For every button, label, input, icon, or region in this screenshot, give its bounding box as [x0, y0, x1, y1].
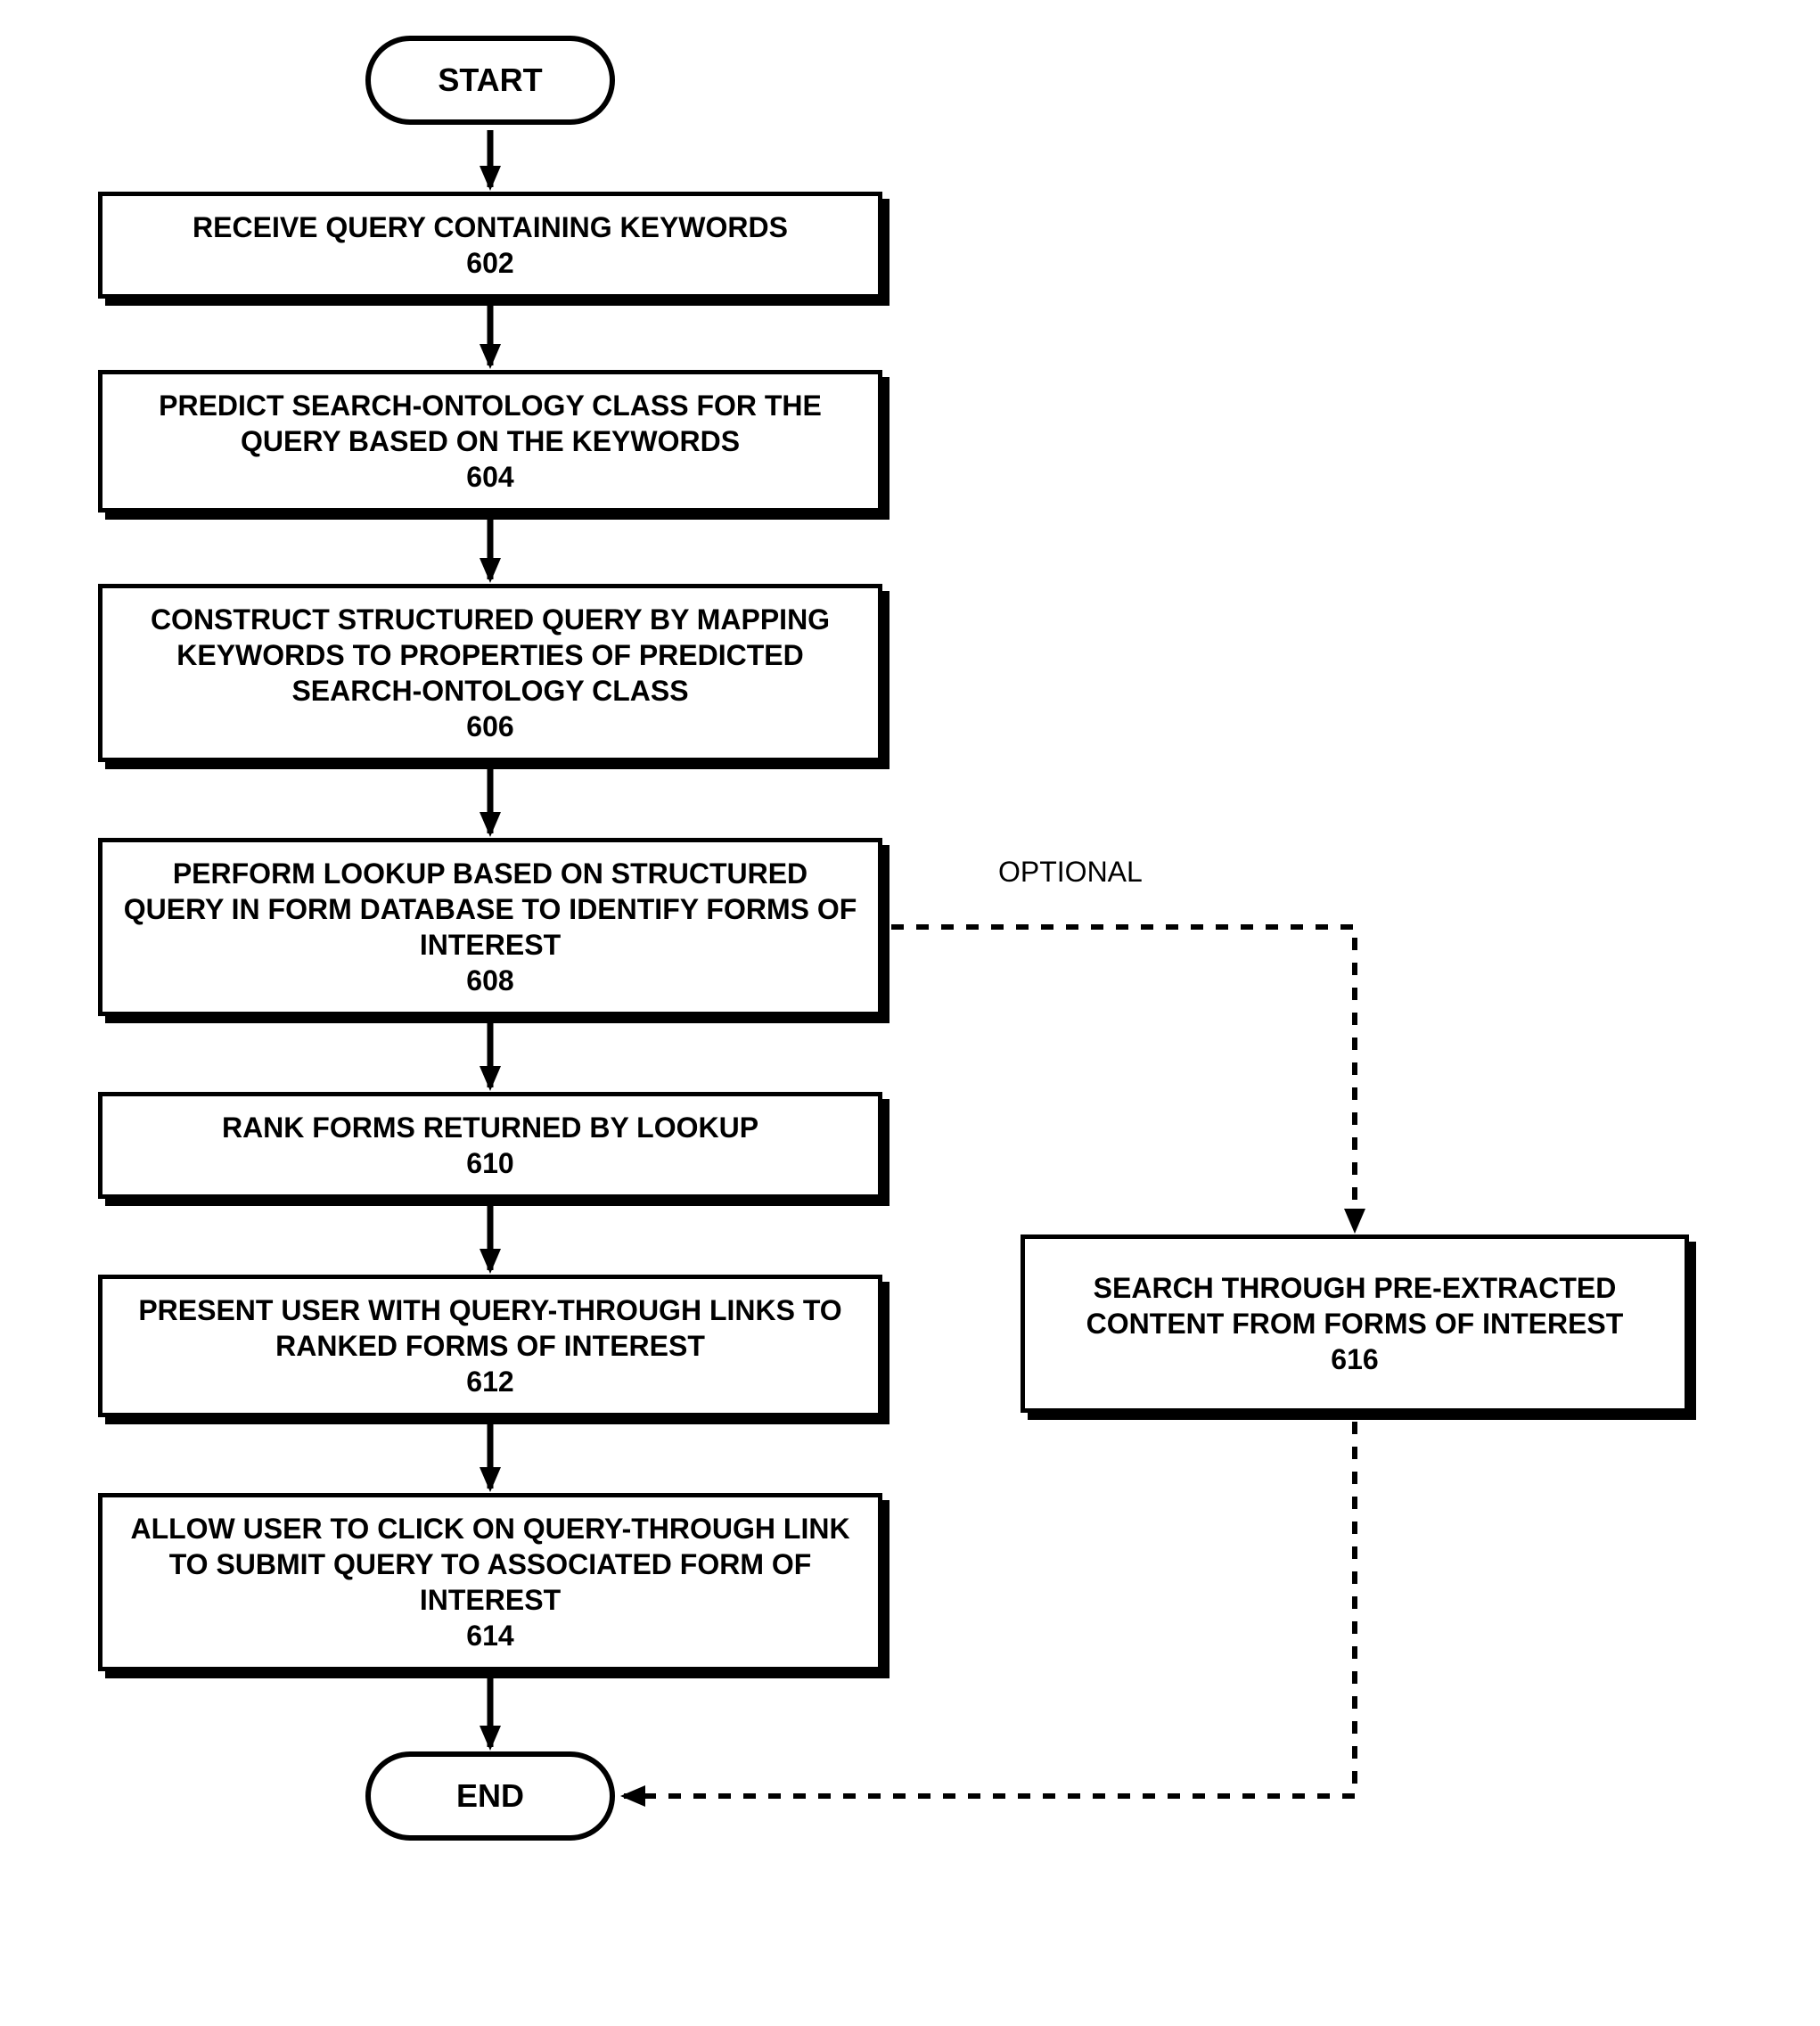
step-602: RECEIVE QUERY CONTAINING KEYWORDS 602 [98, 192, 882, 299]
optional-label: OPTIONAL [998, 856, 1143, 889]
terminal-end-label: END [456, 1777, 524, 1815]
step-610-num: 610 [466, 1145, 513, 1181]
step-602-num: 602 [466, 245, 513, 281]
step-606-num: 606 [466, 709, 513, 744]
step-614: ALLOW USER TO CLICK ON QUERY-THROUGH LIN… [98, 1493, 882, 1671]
step-614-text: ALLOW USER TO CLICK ON QUERY-THROUGH LIN… [120, 1511, 860, 1618]
step-606: CONSTRUCT STRUCTURED QUERY BY MAPPING KE… [98, 584, 882, 762]
step-616-num: 616 [1331, 1341, 1378, 1377]
step-608-text: PERFORM LOOKUP BASED ON STRUCTURED QUERY… [120, 856, 860, 963]
step-612-num: 612 [466, 1364, 513, 1399]
step-612: PRESENT USER WITH QUERY-THROUGH LINKS TO… [98, 1275, 882, 1417]
step-608: PERFORM LOOKUP BASED ON STRUCTURED QUERY… [98, 838, 882, 1016]
step-616-text: SEARCH THROUGH PRE-EXTRACTED CONTENT FRO… [1043, 1270, 1667, 1341]
step-610: RANK FORMS RETURNED BY LOOKUP 610 [98, 1092, 882, 1199]
step-604-num: 604 [466, 459, 513, 495]
step-610-text: RANK FORMS RETURNED BY LOOKUP [222, 1110, 758, 1145]
step-602-text: RECEIVE QUERY CONTAINING KEYWORDS [193, 209, 788, 245]
step-612-text: PRESENT USER WITH QUERY-THROUGH LINKS TO… [120, 1292, 860, 1364]
step-608-num: 608 [466, 963, 513, 998]
dashed-arrow-608-to-616 [891, 927, 1355, 1230]
step-616: SEARCH THROUGH PRE-EXTRACTED CONTENT FRO… [1021, 1234, 1689, 1413]
flowchart: START RECEIVE QUERY CONTAINING KEYWORDS … [36, 36, 1747, 1979]
terminal-start-label: START [438, 62, 542, 99]
step-604-text: PREDICT SEARCH-ONTOLOGY CLASS FOR THE QU… [120, 388, 860, 459]
step-604: PREDICT SEARCH-ONTOLOGY CLASS FOR THE QU… [98, 370, 882, 513]
terminal-start: START [365, 36, 615, 125]
step-614-num: 614 [466, 1618, 513, 1653]
step-606-text: CONSTRUCT STRUCTURED QUERY BY MAPPING KE… [120, 602, 860, 709]
terminal-end: END [365, 1751, 615, 1841]
